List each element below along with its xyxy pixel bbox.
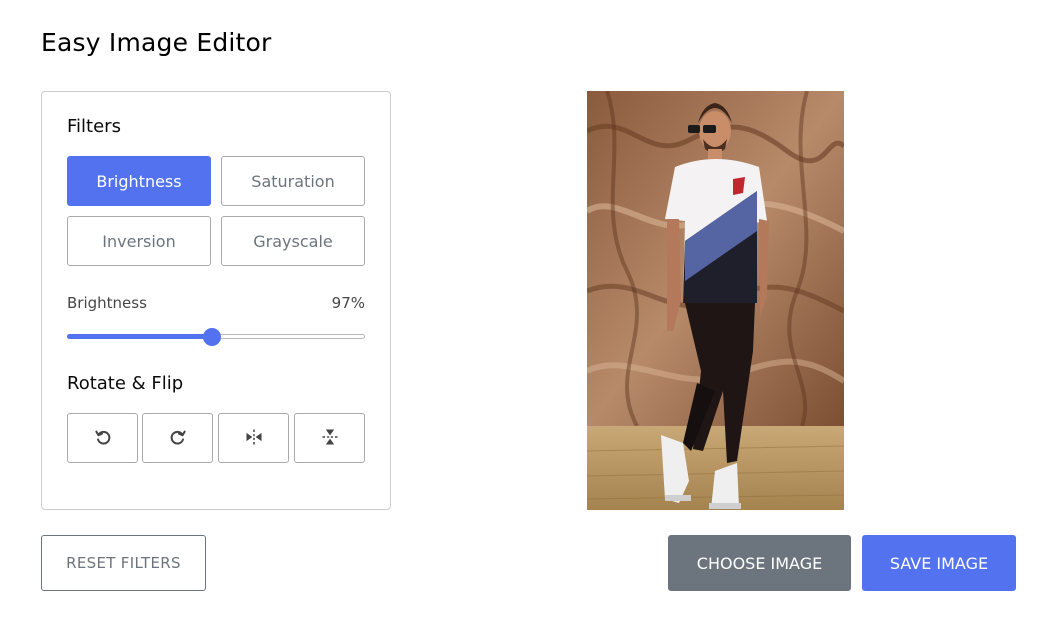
flip-vertical-button[interactable] — [294, 413, 365, 463]
slider-label: Brightness — [67, 294, 147, 312]
rotate-left-button[interactable] — [67, 413, 138, 463]
slider-value: 97% — [331, 294, 365, 312]
slider-fill — [67, 334, 211, 339]
rotate-right-icon — [168, 427, 188, 450]
preview-image — [587, 91, 844, 510]
reset-filters-button[interactable]: RESET FILTERS — [41, 535, 206, 591]
save-image-button[interactable]: SAVE IMAGE — [862, 535, 1016, 591]
page-title: Easy Image Editor — [41, 28, 272, 57]
rotate-flip-heading: Rotate & Flip — [67, 373, 184, 394]
flip-vertical-icon — [320, 427, 340, 450]
editor-panel: Filters Brightness Saturation Inversion … — [41, 91, 391, 510]
rotate-right-button[interactable] — [142, 413, 213, 463]
filters-heading: Filters — [67, 116, 121, 137]
filter-grayscale-button[interactable]: Grayscale — [221, 216, 365, 266]
choose-image-button[interactable]: CHOOSE IMAGE — [668, 535, 851, 591]
filter-brightness-button[interactable]: Brightness — [67, 156, 211, 206]
slider-thumb[interactable] — [202, 328, 221, 346]
flip-horizontal-icon — [244, 427, 264, 450]
filter-inversion-button[interactable]: Inversion — [67, 216, 211, 266]
flip-horizontal-button[interactable] — [218, 413, 289, 463]
brightness-slider[interactable] — [67, 328, 365, 346]
filter-saturation-button[interactable]: Saturation — [221, 156, 365, 206]
rotate-left-icon — [93, 427, 113, 450]
